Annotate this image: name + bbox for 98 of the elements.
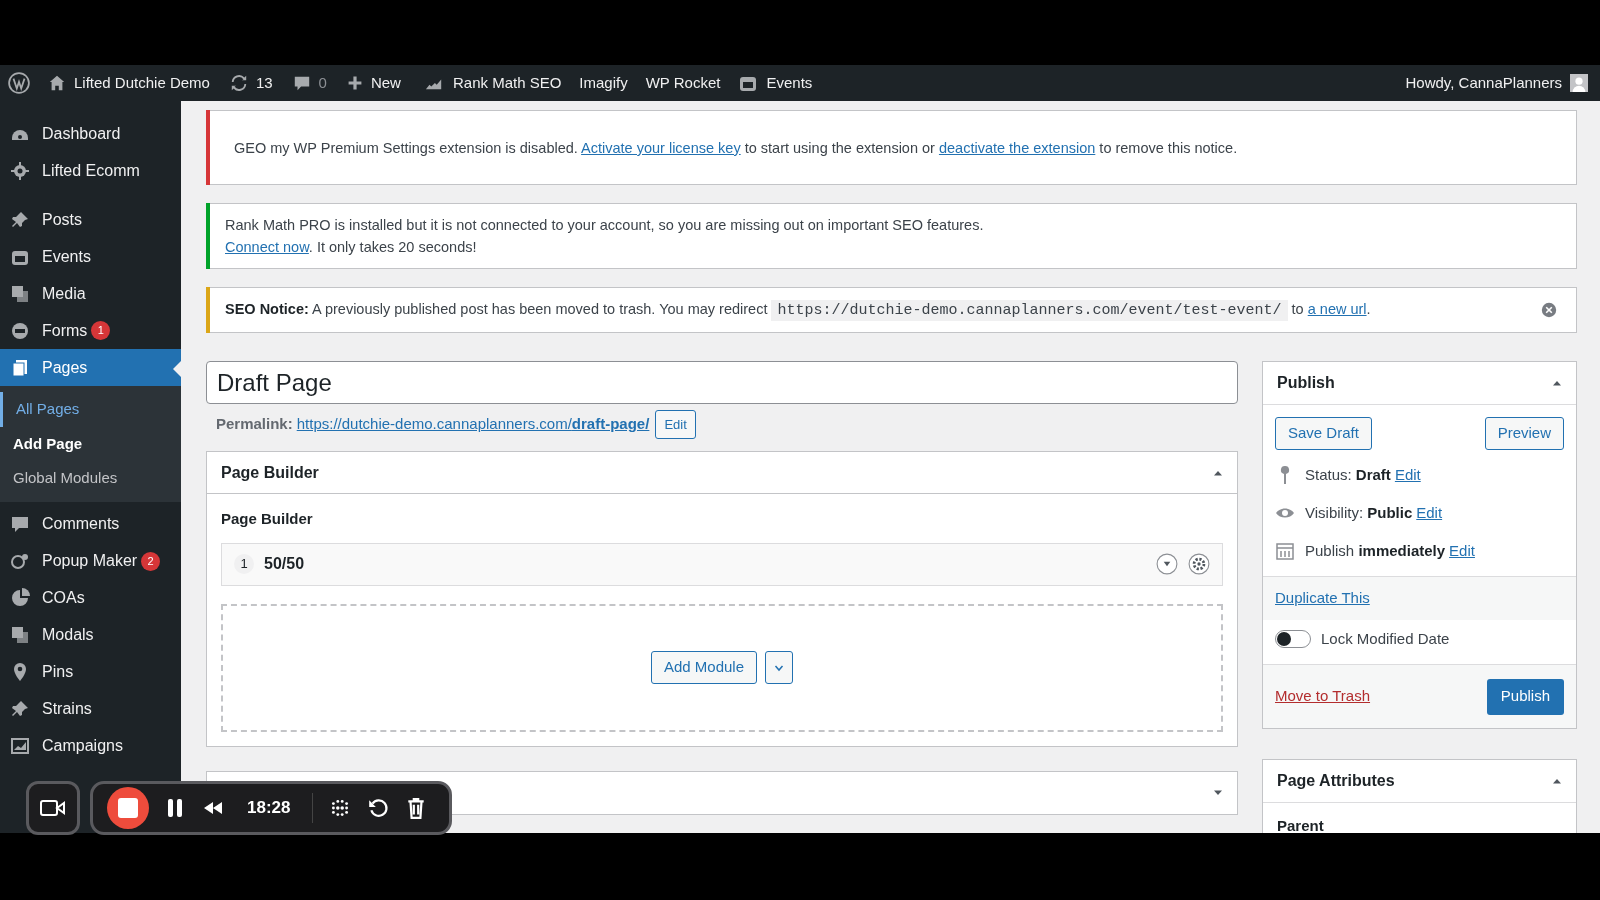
menu-item[interactable]: Comments [0, 505, 181, 543]
submenu-item[interactable]: Global Modules [0, 461, 181, 496]
panel-title: Publish [1277, 373, 1335, 393]
toolbar-link[interactable]: Rank Math SEO [422, 71, 562, 95]
comment-count: 0 [318, 72, 327, 93]
recording-time: 18:28 [247, 797, 291, 820]
media-icon [10, 283, 30, 304]
stop-icon [118, 798, 138, 818]
toolbar-link[interactable]: WP Rocket [645, 71, 721, 95]
panel-title: Page Attributes [1277, 771, 1395, 791]
toolbar-label: Events [766, 72, 813, 93]
dropdown-button[interactable] [765, 651, 794, 684]
visibility-text: Visibility: Public [1305, 502, 1413, 523]
count-badge: 1 [91, 321, 111, 340]
row-number: 1 [234, 554, 254, 574]
notice-text: GEO my WP Premium Settings extension is disabled. Activate your license key to start using the extension or deactivate the extension to remove this notice. [234, 138, 1239, 158]
status-text: Status: Draft [1305, 464, 1391, 485]
row-name: 50/50 [264, 554, 306, 574]
notice-link[interactable]: Connect now [225, 239, 309, 255]
popup-icon [10, 551, 30, 571]
menu-item[interactable]: Campaigns [0, 727, 181, 765]
speech-bubble-icon [10, 514, 30, 534]
menu-pointer [173, 361, 181, 377]
duplicate-link[interactable]: Duplicate This [1275, 587, 1370, 610]
submenu-item[interactable]: Add Page [0, 426, 181, 461]
site-name: Lifted Dutchie Demo [74, 72, 210, 93]
menu-item[interactable]: Popup Maker 2 [0, 542, 181, 580]
toolbar-link[interactable]: Events [738, 71, 813, 95]
field-label: Page Builder [221, 509, 314, 529]
menu-item[interactable]: Events [0, 238, 181, 275]
menu-item[interactable]: Posts [0, 201, 181, 238]
notice-text: SEO Notice: A previously published post has been moved to trash. You may redirect https://dutchie-demo.cannaplanners.com/event/test-event/ to a new url. [225, 299, 1372, 322]
close-icon[interactable] [1541, 302, 1557, 318]
schedule-text: Publish immediately [1305, 540, 1446, 561]
new-link[interactable]: New [346, 71, 401, 95]
speech-bubble-icon [292, 74, 311, 92]
menu-item[interactable]: Media [0, 275, 181, 312]
chart-icon [10, 736, 30, 756]
stop-button[interactable] [107, 787, 149, 829]
notice-link[interactable]: Activate your license key [581, 139, 741, 156]
toolbar-link[interactable]: Imagify [579, 71, 628, 95]
dropdown-icon[interactable] [1156, 553, 1178, 575]
howdy-text: Howdy, CannaPlanners [1405, 72, 1562, 93]
restart-icon[interactable] [367, 797, 390, 819]
permalink-link[interactable]: https://dutchie-demo.cannaplanners.com/draft-page/ [296, 413, 650, 436]
add-module-button[interactable]: Add Module [650, 651, 758, 684]
title-field[interactable]: Draft Page [206, 361, 1238, 404]
notice-link[interactable]: deactivate the extension [938, 139, 1096, 156]
site-link[interactable]: Lifted Dutchie Demo [48, 71, 210, 95]
notice-text: Rank Math PRO is installed but it is not connected to your account, so you are missing out on important SEO features. Connect now. It only takes 20 seconds! [225, 216, 985, 257]
pie-chart-icon [10, 588, 30, 608]
media-icon [10, 625, 30, 645]
home-icon [48, 74, 66, 92]
settings-icon[interactable] [1188, 553, 1210, 575]
pushpin-icon [10, 209, 30, 230]
video-camera-icon [40, 798, 66, 818]
wordpress-logo-icon[interactable] [8, 72, 30, 94]
edit-link[interactable]: Edit [1394, 463, 1421, 487]
refresh-icon [229, 74, 248, 92]
pushpin-icon [10, 699, 30, 719]
menu-item[interactable]: Dashboard [0, 115, 181, 152]
edit-link[interactable]: Edit [1449, 539, 1475, 563]
menu-item[interactable]: Forms 1 [0, 312, 181, 349]
plus-icon [346, 75, 363, 91]
account-link[interactable]: Howdy, CannaPlanners [1405, 71, 1588, 95]
edit-button[interactable]: Edit [655, 410, 696, 439]
publish-button[interactable]: Publish [1486, 678, 1564, 715]
menu-item[interactable]: COAs [0, 579, 181, 617]
move-to-trash-link[interactable]: Move to Trash [1275, 685, 1371, 708]
url-code: https://dutchie-demo.cannaplanners.com/event/test-event/ [771, 300, 1288, 321]
camera-button[interactable] [26, 781, 80, 835]
menu-item[interactable]: Pins [0, 653, 181, 691]
calendar-icon [1275, 541, 1295, 561]
new-label: New [370, 72, 401, 93]
menu-item[interactable]: Modals [0, 616, 181, 654]
toolbar-label: Rank Math SEO [452, 72, 562, 93]
toggle-label: Lock Modified Date [1321, 628, 1450, 649]
preview-button[interactable]: Preview [1484, 417, 1564, 450]
notice-link[interactable]: a new url [1307, 301, 1367, 317]
comments-link[interactable]: 0 [292, 71, 327, 95]
submenu-item[interactable]: All Pages [0, 392, 181, 427]
count-badge: 2 [141, 551, 161, 571]
edit-link[interactable]: Edit [1416, 501, 1443, 525]
permalink-label: Permalink: [216, 414, 293, 435]
updates-link[interactable]: 13 [229, 71, 273, 95]
panel-title: Page Builder [221, 462, 319, 483]
save-draft-button[interactable]: Save Draft [1275, 417, 1372, 450]
form-icon [10, 320, 30, 341]
menu-item[interactable]: Strains [0, 690, 181, 728]
menu-item[interactable]: Pages [0, 349, 181, 386]
pages-icon [10, 357, 30, 378]
menu-item[interactable]: Lifted Ecomm [0, 152, 181, 189]
layout-row[interactable]: 1 50/50 [221, 542, 1223, 586]
avatar-icon [1570, 74, 1588, 92]
pause-icon[interactable] [165, 797, 185, 819]
update-count: 13 [255, 72, 273, 93]
field-label: Parent [1276, 816, 1325, 833]
toggle-switch[interactable] [1275, 630, 1311, 648]
